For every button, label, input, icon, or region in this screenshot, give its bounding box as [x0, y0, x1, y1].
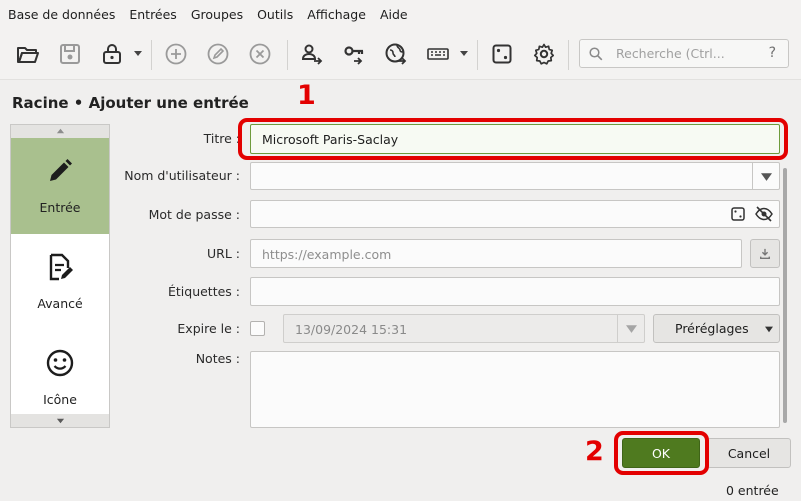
presets-label: Préréglages — [675, 321, 749, 336]
copy-password-icon[interactable] — [340, 40, 368, 68]
annotation-box-title — [238, 118, 788, 160]
search-icon — [589, 46, 603, 60]
menu-groups[interactable]: Groupes — [191, 7, 243, 22]
cancel-label: Cancel — [727, 445, 771, 461]
edit-entry-icon[interactable] — [204, 40, 232, 68]
username-label: Nom d'utilisateur : — [124, 168, 240, 183]
autotype-dropdown-icon[interactable] — [459, 48, 469, 58]
toolbar-separator — [477, 40, 478, 70]
page-title: Racine • Ajouter une entrée — [12, 94, 249, 112]
search-placeholder: Recherche (Ctrl... — [616, 46, 725, 61]
autotype-keyboard-icon[interactable] — [424, 40, 452, 68]
annotation-number-1: 1 — [297, 80, 316, 111]
url-label: URL : — [207, 246, 240, 261]
sidebar-item-advanced[interactable]: Avancé — [11, 234, 109, 330]
tags-field[interactable] — [250, 277, 780, 306]
password-generator-icon[interactable] — [488, 40, 516, 68]
chevron-down-icon — [765, 326, 773, 333]
document-edit-icon — [45, 252, 75, 282]
password-label: Mot de passe : — [148, 207, 240, 222]
annotation-number-2: 2 — [585, 436, 604, 467]
search-input[interactable]: Recherche (Ctrl... ? — [579, 39, 789, 68]
toolbar-separator — [287, 40, 288, 70]
scroll-up-arrow[interactable] — [11, 125, 109, 138]
menu-help[interactable]: Aide — [380, 7, 408, 22]
entry-count-status: 0 entrée — [726, 483, 779, 498]
sidebar-item-label: Icône — [43, 392, 77, 407]
save-database-icon[interactable] — [56, 40, 84, 68]
pencil-icon — [45, 156, 75, 186]
download-icon — [760, 248, 770, 259]
expires-dropdown-icon[interactable] — [617, 315, 644, 342]
sidebar-item-label: Avancé — [37, 296, 83, 311]
entry-category-panel: Entrée Avancé Icône — [10, 124, 110, 428]
url-placeholder: https://example.com — [262, 247, 392, 262]
form-scrollbar[interactable] — [783, 168, 787, 423]
menu-bar: Base de données Entrées Groupes Outils A… — [0, 0, 801, 28]
delete-entry-icon[interactable] — [246, 40, 274, 68]
url-download-favicon-button[interactable] — [750, 239, 780, 268]
expires-label: Expire le : — [177, 321, 240, 336]
notes-label: Notes : — [195, 351, 240, 366]
title-label: Titre : — [203, 131, 240, 146]
sidebar-item-label: Entrée — [39, 200, 81, 215]
copy-username-icon[interactable] — [298, 40, 326, 68]
copy-url-icon[interactable] — [382, 40, 410, 68]
open-database-icon[interactable] — [14, 40, 42, 68]
generate-password-icon[interactable] — [731, 207, 745, 221]
menu-tools[interactable]: Outils — [257, 7, 293, 22]
username-dropdown-icon[interactable] — [752, 163, 779, 189]
toolbar-separator — [151, 40, 152, 70]
menu-entries[interactable]: Entrées — [129, 7, 176, 22]
annotation-box-ok — [614, 431, 709, 475]
lock-database-icon[interactable] — [98, 40, 126, 68]
add-entry-icon[interactable] — [162, 40, 190, 68]
menu-database[interactable]: Base de données — [8, 7, 115, 22]
sidebar-item-icon[interactable]: Icône — [11, 330, 109, 416]
username-field[interactable] — [250, 162, 780, 190]
cancel-button[interactable]: Cancel — [707, 438, 791, 468]
smiley-icon — [45, 348, 75, 378]
scroll-down-arrow[interactable] — [11, 414, 109, 427]
expires-checkbox[interactable] — [250, 321, 265, 336]
menu-view[interactable]: Affichage — [307, 7, 366, 22]
sidebar-item-entry[interactable]: Entrée — [11, 138, 109, 234]
lock-dropdown-icon[interactable] — [133, 48, 143, 58]
url-field[interactable]: https://example.com — [250, 239, 742, 268]
toggle-password-visibility-icon[interactable] — [755, 206, 773, 222]
toolbar-separator — [568, 40, 569, 70]
expires-datetime-field[interactable]: 13/09/2024 15:31 — [283, 314, 645, 343]
search-help-icon[interactable]: ? — [769, 45, 776, 61]
notes-field[interactable] — [250, 351, 780, 428]
expires-value: 13/09/2024 15:31 — [295, 322, 408, 337]
tags-label: Étiquettes : — [167, 284, 240, 299]
presets-button[interactable]: Préréglages — [653, 314, 780, 343]
password-field[interactable] — [250, 200, 780, 228]
settings-gear-icon[interactable] — [530, 40, 558, 68]
